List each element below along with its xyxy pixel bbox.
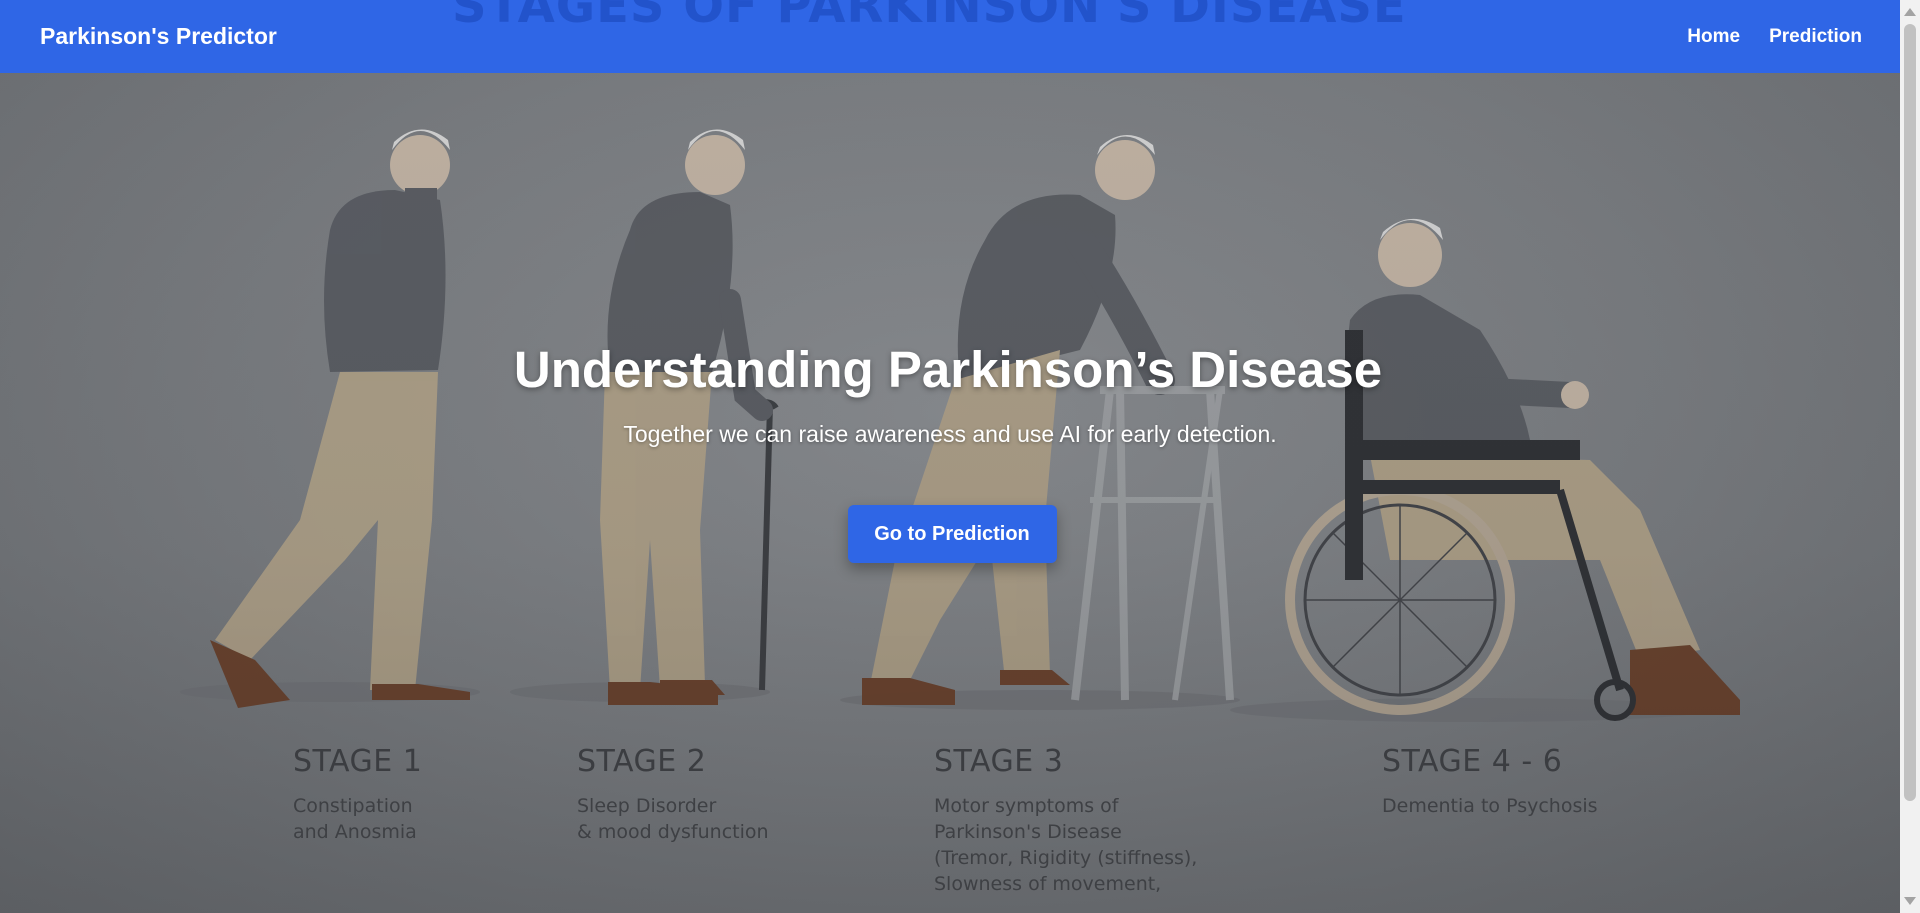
hero-title: Understanding Parkinson’s Disease: [513, 341, 1383, 398]
scrollbar-thumb[interactable]: [1904, 24, 1916, 801]
background-heading-text: STAGES OF PARKINSON'S DISEASE: [452, 0, 1407, 34]
stage-description: Sleep Disorder & mood dysfunction: [577, 795, 769, 843]
stage-title: STAGE 3: [934, 744, 1064, 779]
stage-2-caption: STAGE 2 Sleep Disorder & mood dysfunctio…: [577, 744, 769, 845]
stage-1-caption: STAGE 1 Constipation and Anosmia: [293, 744, 422, 845]
stage-description: Dementia to Psychosis: [1382, 795, 1598, 817]
scroll-down-arrow-icon[interactable]: [1904, 897, 1916, 905]
brand-logo-link[interactable]: Parkinson's Predictor: [40, 23, 277, 50]
navbar: STAGES OF PARKINSON'S DISEASE Parkinson'…: [0, 0, 1900, 73]
stage-4-caption: STAGE 4 - 6 Dementia to Psychosis: [1382, 744, 1598, 819]
stage-title: STAGE 2: [577, 744, 707, 779]
nav-link-prediction[interactable]: Prediction: [1769, 26, 1862, 48]
stage-title: STAGE 4 - 6: [1382, 744, 1563, 779]
hero-subtitle: Together we can raise awareness and use …: [623, 421, 1277, 447]
nav-links: Home Prediction: [1687, 26, 1862, 48]
go-to-prediction-button[interactable]: Go to Prediction: [847, 505, 1057, 563]
scroll-up-arrow-icon[interactable]: [1904, 8, 1916, 16]
stage-title: STAGE 1: [293, 744, 423, 779]
stage-description: Motor symptoms of Parkinson's Disease (T…: [934, 795, 1198, 895]
stage-3-caption: STAGE 3 Motor symptoms of Parkinson's Di…: [934, 744, 1197, 897]
stage-description: Constipation and Anosmia: [293, 795, 417, 843]
hero-content: Understanding Parkinson’s Disease Togeth…: [0, 340, 1900, 563]
nav-link-home[interactable]: Home: [1687, 26, 1740, 48]
vertical-scrollbar[interactable]: [1900, 0, 1920, 913]
hero-section: STAGE 1 Constipation and Anosmia STAGE 2…: [0, 0, 1900, 913]
